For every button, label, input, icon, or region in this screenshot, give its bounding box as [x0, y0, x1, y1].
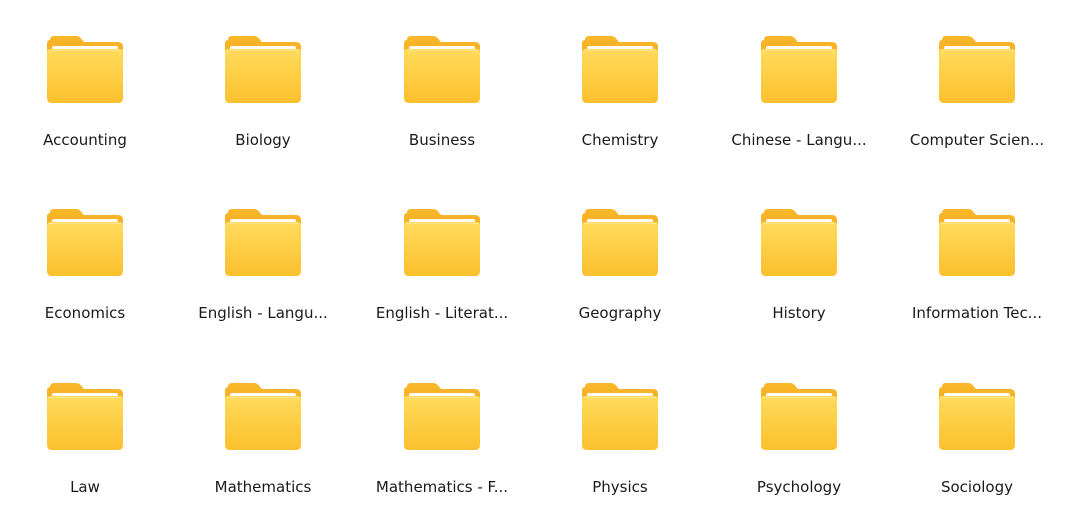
folder-icon [760, 36, 838, 104]
folder-label: Business [408, 131, 476, 149]
folder-item-mathematics[interactable]: Mathematics [178, 383, 348, 528]
folder-icon [581, 209, 659, 277]
folder-label: Chinese - Langu... [731, 131, 867, 149]
folder-item-computer-scien[interactable]: Computer Scien... [892, 36, 1062, 186]
folder-icon [224, 209, 302, 277]
folder-item-chinese-langu[interactable]: Chinese - Langu... [714, 36, 884, 186]
folder-item-law[interactable]: Law [0, 383, 170, 528]
folder-icon [938, 209, 1016, 277]
folder-label: Economics [44, 304, 126, 322]
folder-item-business[interactable]: Business [357, 36, 527, 186]
folder-label: Biology [235, 131, 291, 149]
folder-item-history[interactable]: History [714, 209, 884, 359]
folder-label: Psychology [756, 478, 842, 496]
folder-item-physics[interactable]: Physics [535, 383, 705, 528]
folder-item-geography[interactable]: Geography [535, 209, 705, 359]
folder-item-accounting[interactable]: Accounting [0, 36, 170, 186]
folder-label: Mathematics [214, 478, 312, 496]
folder-label: Computer Scien... [909, 131, 1045, 149]
folder-icon [224, 383, 302, 451]
folder-label: English - Literat... [375, 304, 509, 322]
folder-icon [760, 383, 838, 451]
folder-label: Accounting [43, 131, 127, 149]
folder-label: Physics [592, 478, 648, 496]
folder-label: Chemistry [581, 131, 659, 149]
folder-label: English - Langu... [198, 304, 328, 322]
folder-item-english-literat[interactable]: English - Literat... [357, 209, 527, 359]
folder-icon [581, 36, 659, 104]
folder-label: Mathematics - F... [375, 478, 509, 496]
folder-icon [760, 209, 838, 277]
folder-icon [581, 383, 659, 451]
folder-item-psychology[interactable]: Psychology [714, 383, 884, 528]
folder-label: Sociology [940, 478, 1014, 496]
folder-label: Information Tec... [912, 304, 1042, 322]
folder-item-chemistry[interactable]: Chemistry [535, 36, 705, 186]
folder-icon [938, 36, 1016, 104]
folder-grid: Accounting Biology Business Chemistry Ch… [0, 0, 1080, 528]
folder-item-sociology[interactable]: Sociology [892, 383, 1062, 528]
folder-icon [938, 383, 1016, 451]
folder-item-economics[interactable]: Economics [0, 209, 170, 359]
folder-label: Geography [578, 304, 662, 322]
folder-icon [403, 209, 481, 277]
folder-item-biology[interactable]: Biology [178, 36, 348, 186]
folder-icon [403, 383, 481, 451]
folder-item-english-langu[interactable]: English - Langu... [178, 209, 348, 359]
folder-item-mathematics-f[interactable]: Mathematics - F... [357, 383, 527, 528]
folder-icon [46, 209, 124, 277]
folder-icon [46, 383, 124, 451]
folder-icon [224, 36, 302, 104]
folder-label: Law [70, 478, 100, 496]
folder-icon [403, 36, 481, 104]
folder-item-information-tec[interactable]: Information Tec... [892, 209, 1062, 359]
folder-label: History [772, 304, 826, 322]
folder-icon [46, 36, 124, 104]
